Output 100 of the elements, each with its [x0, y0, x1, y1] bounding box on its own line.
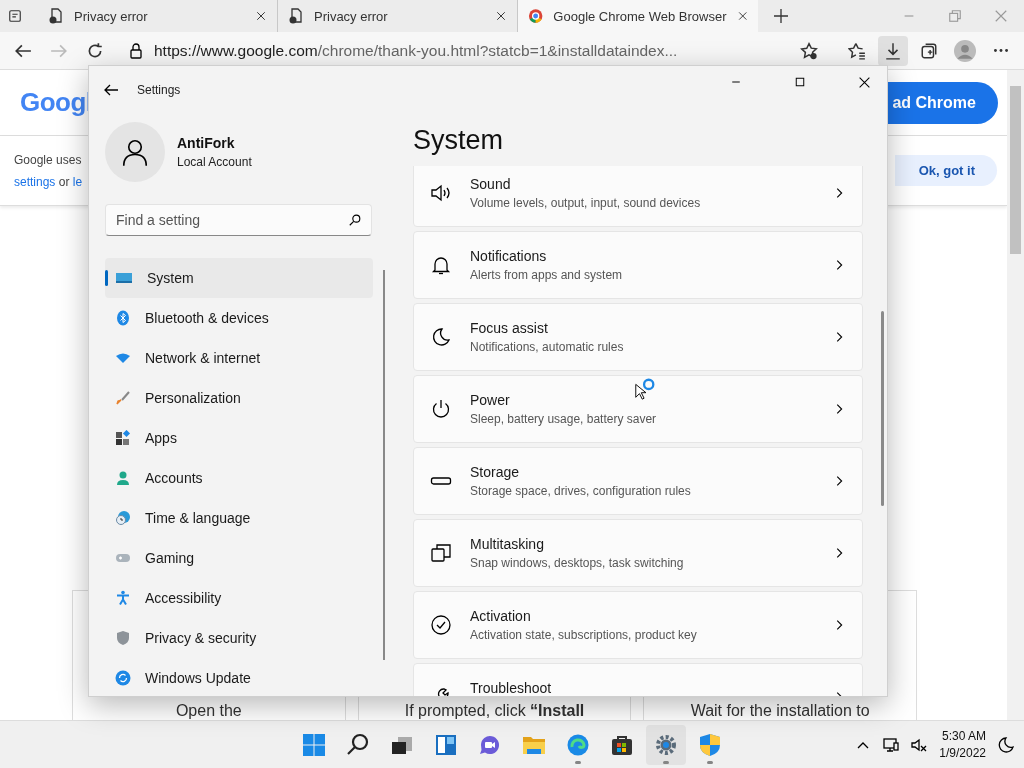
- moon-icon: [998, 736, 1014, 753]
- cookie-text: or: [58, 174, 70, 189]
- nav-item[interactable]: Network & internet: [105, 338, 373, 378]
- search-icon: [348, 213, 362, 227]
- setting-title: Multitasking: [470, 536, 544, 552]
- close-icon: [495, 10, 507, 22]
- nav-item[interactable]: Windows Update: [105, 658, 373, 696]
- windows-logo-icon: [302, 732, 326, 757]
- setting-card[interactable]: Power Sleep, battery usage, battery saver: [413, 375, 863, 443]
- close-icon: [255, 10, 267, 22]
- speaker-muted-icon: [911, 736, 928, 753]
- settings-link[interactable]: settings: [14, 174, 56, 189]
- apps-icon: [115, 430, 131, 446]
- page-heading: System: [413, 123, 504, 157]
- nav-item[interactable]: Accessibility: [105, 578, 373, 618]
- user-name: AntiFork: [177, 135, 236, 151]
- person-outline-icon: [120, 137, 150, 167]
- browser-tab[interactable]: Google Chrome Web Browser: [518, 0, 758, 32]
- close-icon: [994, 9, 1008, 23]
- shield-icon: [698, 732, 722, 757]
- more-icon[interactable]: [994, 49, 1008, 52]
- star-add-icon: [800, 41, 818, 60]
- profile-avatar-icon: [954, 39, 976, 62]
- clock-globe-icon: [115, 510, 131, 526]
- network-monitor-icon: [883, 736, 900, 753]
- back-arrow-icon: [103, 82, 119, 98]
- cookie-text: Google uses: [14, 151, 83, 169]
- tab-title: Google Chrome Web Browser: [553, 8, 727, 24]
- setting-title: Sound: [470, 176, 511, 192]
- setting-card[interactable]: Sound Volume levels, output, input, sound devices: [413, 166, 863, 227]
- url-path: /chrome/thank-you.html?statcb=1&installdataindex...: [317, 41, 678, 60]
- nav-item[interactable]: Personalization: [105, 378, 373, 418]
- widgets-icon: [434, 732, 458, 757]
- nav-item[interactable]: Accounts: [105, 458, 373, 498]
- accessibility-icon: [115, 590, 131, 606]
- setting-card[interactable]: Focus assist Notifications, automatic rules: [413, 303, 863, 371]
- setting-description: Notifications, automatic rules: [470, 340, 624, 354]
- favorites-icon: [848, 41, 866, 60]
- step-text: If prompted, click “Install: [404, 702, 585, 720]
- learn-link[interactable]: le: [72, 174, 83, 189]
- bell-icon: [430, 254, 452, 276]
- search-icon: [346, 732, 370, 757]
- download-button[interactable]: ad Chrome: [888, 81, 998, 124]
- person-icon: [115, 470, 131, 486]
- speaker-icon: [430, 182, 452, 204]
- power-icon: [430, 398, 452, 420]
- setting-description: Storage space, drives, configuration rules: [470, 484, 691, 498]
- moon-icon: [430, 326, 452, 348]
- restore-icon: [948, 9, 962, 23]
- nav-item[interactable]: Apps: [105, 418, 373, 458]
- gear-icon: [654, 732, 678, 757]
- window-title: Settings: [137, 83, 182, 97]
- bluetooth-icon: [115, 310, 131, 326]
- step-text: Wait for the installation to: [690, 702, 870, 720]
- tab-title: Privacy error: [314, 8, 389, 24]
- download-icon: [884, 41, 902, 60]
- setting-card[interactable]: Storage Storage space, drives, configuration rules: [413, 447, 863, 515]
- nav-item[interactable]: Bluetooth & devices: [105, 298, 373, 338]
- busy-cursor-icon: [633, 377, 657, 401]
- setting-card[interactable]: Multitasking Snap windows, desktops, task switching: [413, 519, 863, 587]
- step-text: Open the: [175, 702, 242, 720]
- brush-icon: [115, 390, 131, 406]
- setting-card[interactable]: Notifications Alerts from apps and system: [413, 231, 863, 299]
- page-warning-icon: [48, 8, 64, 24]
- url-host: https://www.google.com: [154, 41, 318, 60]
- nav-item[interactable]: Privacy & security: [105, 618, 373, 658]
- collections-icon: [920, 41, 938, 60]
- browser-swirl-icon: [566, 732, 590, 757]
- clock-date: 1/9/2022: [939, 744, 986, 762]
- page-warning-icon: [288, 8, 304, 24]
- setting-title: Storage: [470, 464, 520, 480]
- setting-description: Alerts from apps and system: [470, 268, 623, 282]
- nav-item[interactable]: Gaming: [105, 538, 373, 578]
- windows-icon: [430, 542, 452, 564]
- close-icon: [736, 10, 748, 22]
- setting-description: Activation state, subscriptions, product key: [470, 628, 697, 642]
- setting-title: Notifications: [470, 248, 547, 264]
- setting-card[interactable]: Activation Activation state, subscriptions, product key: [413, 591, 863, 659]
- chrome-logo-icon: [528, 8, 544, 24]
- setting-description: Volume levels, output, input, sound devices: [470, 196, 701, 210]
- account-type: Local Account: [177, 155, 252, 169]
- refresh-icon: [86, 41, 104, 60]
- search-field[interactable]: Find a setting: [105, 204, 372, 236]
- clock-time: 5:30 AM: [941, 727, 986, 745]
- nav-item[interactable]: System: [105, 258, 373, 298]
- new-tab-icon: [773, 8, 789, 24]
- lock-icon: [128, 42, 144, 59]
- refresh-icon: [115, 670, 131, 686]
- check-circle-icon: [430, 614, 452, 636]
- tab-title: Privacy error: [74, 8, 149, 24]
- setting-title: Activation: [470, 608, 531, 624]
- setting-card[interactable]: Troubleshoot: [413, 663, 863, 696]
- setting-title: Power: [470, 392, 510, 408]
- ok-button[interactable]: Ok, got it: [894, 155, 997, 186]
- nav-item[interactable]: Time & language: [105, 498, 373, 538]
- setting-description: Snap windows, desktops, task switching: [470, 556, 684, 570]
- setting-title: Focus assist: [470, 320, 548, 336]
- setting-title: Troubleshoot: [470, 680, 552, 696]
- shield-icon: [115, 630, 131, 646]
- setting-description: Sleep, battery usage, battery saver: [470, 412, 657, 426]
